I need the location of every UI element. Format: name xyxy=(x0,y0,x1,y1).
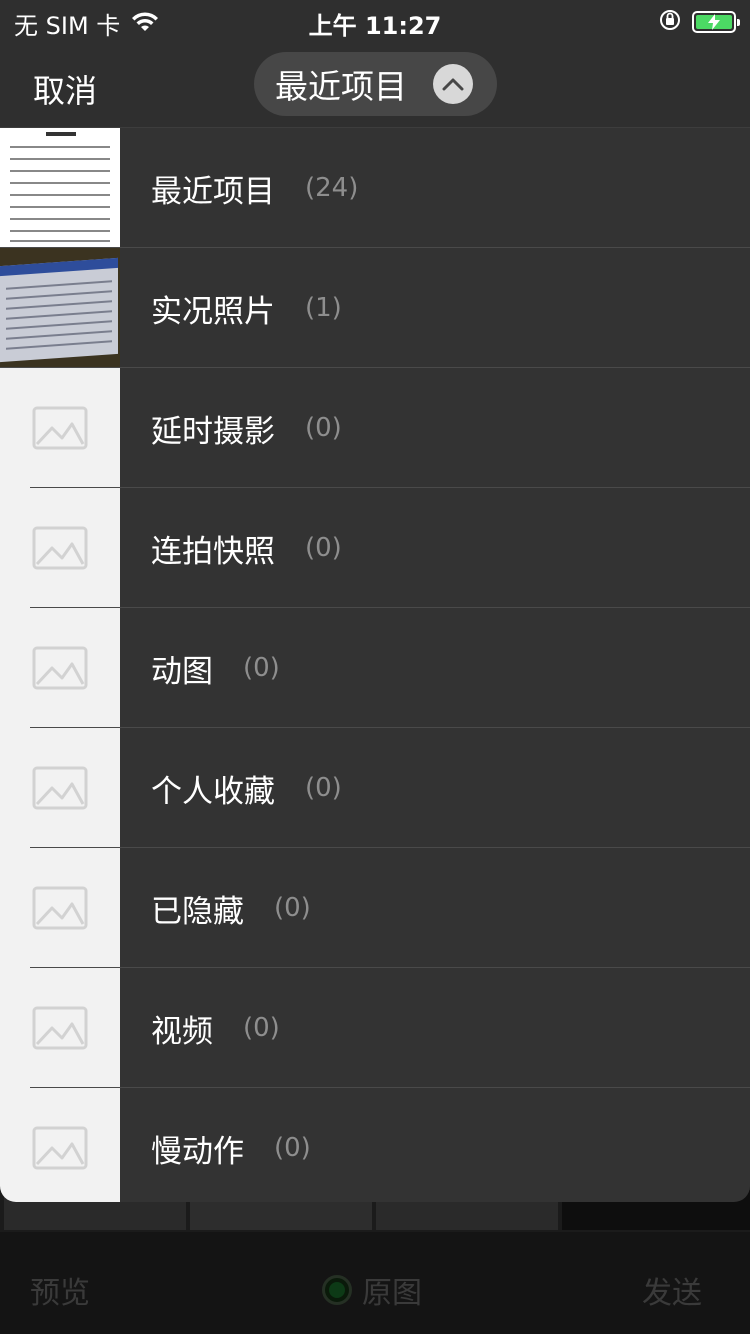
status-bar: 无 SIM 卡 上午 11:27 xyxy=(0,0,750,44)
placeholder-image-icon xyxy=(32,406,88,450)
album-name: 动图 xyxy=(151,653,213,690)
album-thumbnail xyxy=(0,1088,120,1202)
screen-photo-thumbnail xyxy=(0,248,120,368)
placeholder-image-icon xyxy=(32,886,88,930)
document-photo-thumbnail xyxy=(0,128,120,248)
chevron-up-icon xyxy=(433,64,473,104)
album-selector-button[interactable]: 最近项目 xyxy=(254,52,497,116)
placeholder-image-icon xyxy=(32,646,88,690)
album-count: (1) xyxy=(305,293,342,323)
album-name: 实况照片 xyxy=(151,293,275,330)
album-name: 连拍快照 xyxy=(151,533,275,570)
status-time: 上午 11:27 xyxy=(308,12,442,40)
album-text: 视频 (0) xyxy=(151,968,280,1088)
placeholder-image-icon xyxy=(32,1006,88,1050)
status-right xyxy=(658,8,740,36)
album-row-time-lapse[interactable]: 延时摄影 (0) xyxy=(0,368,750,488)
album-count: (0) xyxy=(305,773,342,803)
album-row-bursts[interactable]: 连拍快照 (0) xyxy=(0,488,750,608)
album-text: 实况照片 (1) xyxy=(151,248,342,368)
album-count: (0) xyxy=(305,413,342,443)
album-text: 最近项目 (24) xyxy=(151,128,358,248)
album-name: 慢动作 xyxy=(151,1133,244,1170)
album-name: 视频 xyxy=(151,1013,213,1050)
album-count: (0) xyxy=(274,893,311,923)
radio-icon xyxy=(322,1275,352,1305)
nav-bar: 取消 最近项目 xyxy=(0,44,750,128)
album-text: 已隐藏 (0) xyxy=(151,848,311,968)
album-thumbnail xyxy=(0,488,120,608)
album-selector-label: 最近项目 xyxy=(275,67,407,106)
album-row-favorites[interactable]: 个人收藏 (0) xyxy=(0,728,750,848)
placeholder-image-icon xyxy=(32,526,88,570)
album-text: 动图 (0) xyxy=(151,608,280,728)
placeholder-image-icon xyxy=(32,1126,88,1170)
placeholder-image-icon xyxy=(32,766,88,810)
album-name: 个人收藏 xyxy=(151,773,275,810)
album-row-animated[interactable]: 动图 (0) xyxy=(0,608,750,728)
album-list-dropdown: 最近项目 (24) 实况照片 (1) 延时摄影 (0) 连拍快照 (0) 动图 … xyxy=(0,128,750,1202)
album-count: (24) xyxy=(305,173,359,203)
orientation-lock-icon xyxy=(658,8,682,36)
album-count: (0) xyxy=(243,1013,280,1043)
album-count: (0) xyxy=(274,1133,311,1163)
album-name: 延时摄影 xyxy=(151,413,275,450)
album-text: 个人收藏 (0) xyxy=(151,728,342,848)
album-text: 连拍快照 (0) xyxy=(151,488,342,608)
album-thumbnail xyxy=(0,728,120,848)
album-row-hidden[interactable]: 已隐藏 (0) xyxy=(0,848,750,968)
album-row-live-photos[interactable]: 实况照片 (1) xyxy=(0,248,750,368)
album-row-slo-mo[interactable]: 慢动作 (0) xyxy=(0,1088,750,1202)
photo-picker-screen: 无 SIM 卡 上午 11:27 取消 最近项目 预览 原图 发送 最近项目 (… xyxy=(0,0,750,1334)
album-text: 慢动作 (0) xyxy=(151,1088,311,1202)
album-thumbnail xyxy=(0,128,120,248)
battery-charging-icon xyxy=(692,11,740,33)
album-thumbnail xyxy=(0,968,120,1088)
album-thumbnail xyxy=(0,848,120,968)
album-count: (0) xyxy=(305,533,342,563)
send-button[interactable]: 发送 xyxy=(642,1268,702,1312)
album-thumbnail xyxy=(0,248,120,368)
original-label: 原图 xyxy=(362,1276,422,1311)
album-thumbnail xyxy=(0,368,120,488)
battery-level xyxy=(696,14,732,30)
album-name: 最近项目 xyxy=(151,173,275,210)
bottom-toolbar: 预览 原图 发送 xyxy=(0,1232,750,1334)
cancel-button[interactable]: 取消 xyxy=(33,66,97,112)
album-row-recents[interactable]: 最近项目 (24) xyxy=(0,128,750,248)
album-count: (0) xyxy=(243,653,280,683)
album-name: 已隐藏 xyxy=(151,893,244,930)
preview-button[interactable]: 预览 xyxy=(30,1268,90,1312)
album-row-videos[interactable]: 视频 (0) xyxy=(0,968,750,1088)
album-thumbnail xyxy=(0,608,120,728)
album-text: 延时摄影 (0) xyxy=(151,368,342,488)
original-toggle[interactable]: 原图 xyxy=(322,1268,422,1312)
